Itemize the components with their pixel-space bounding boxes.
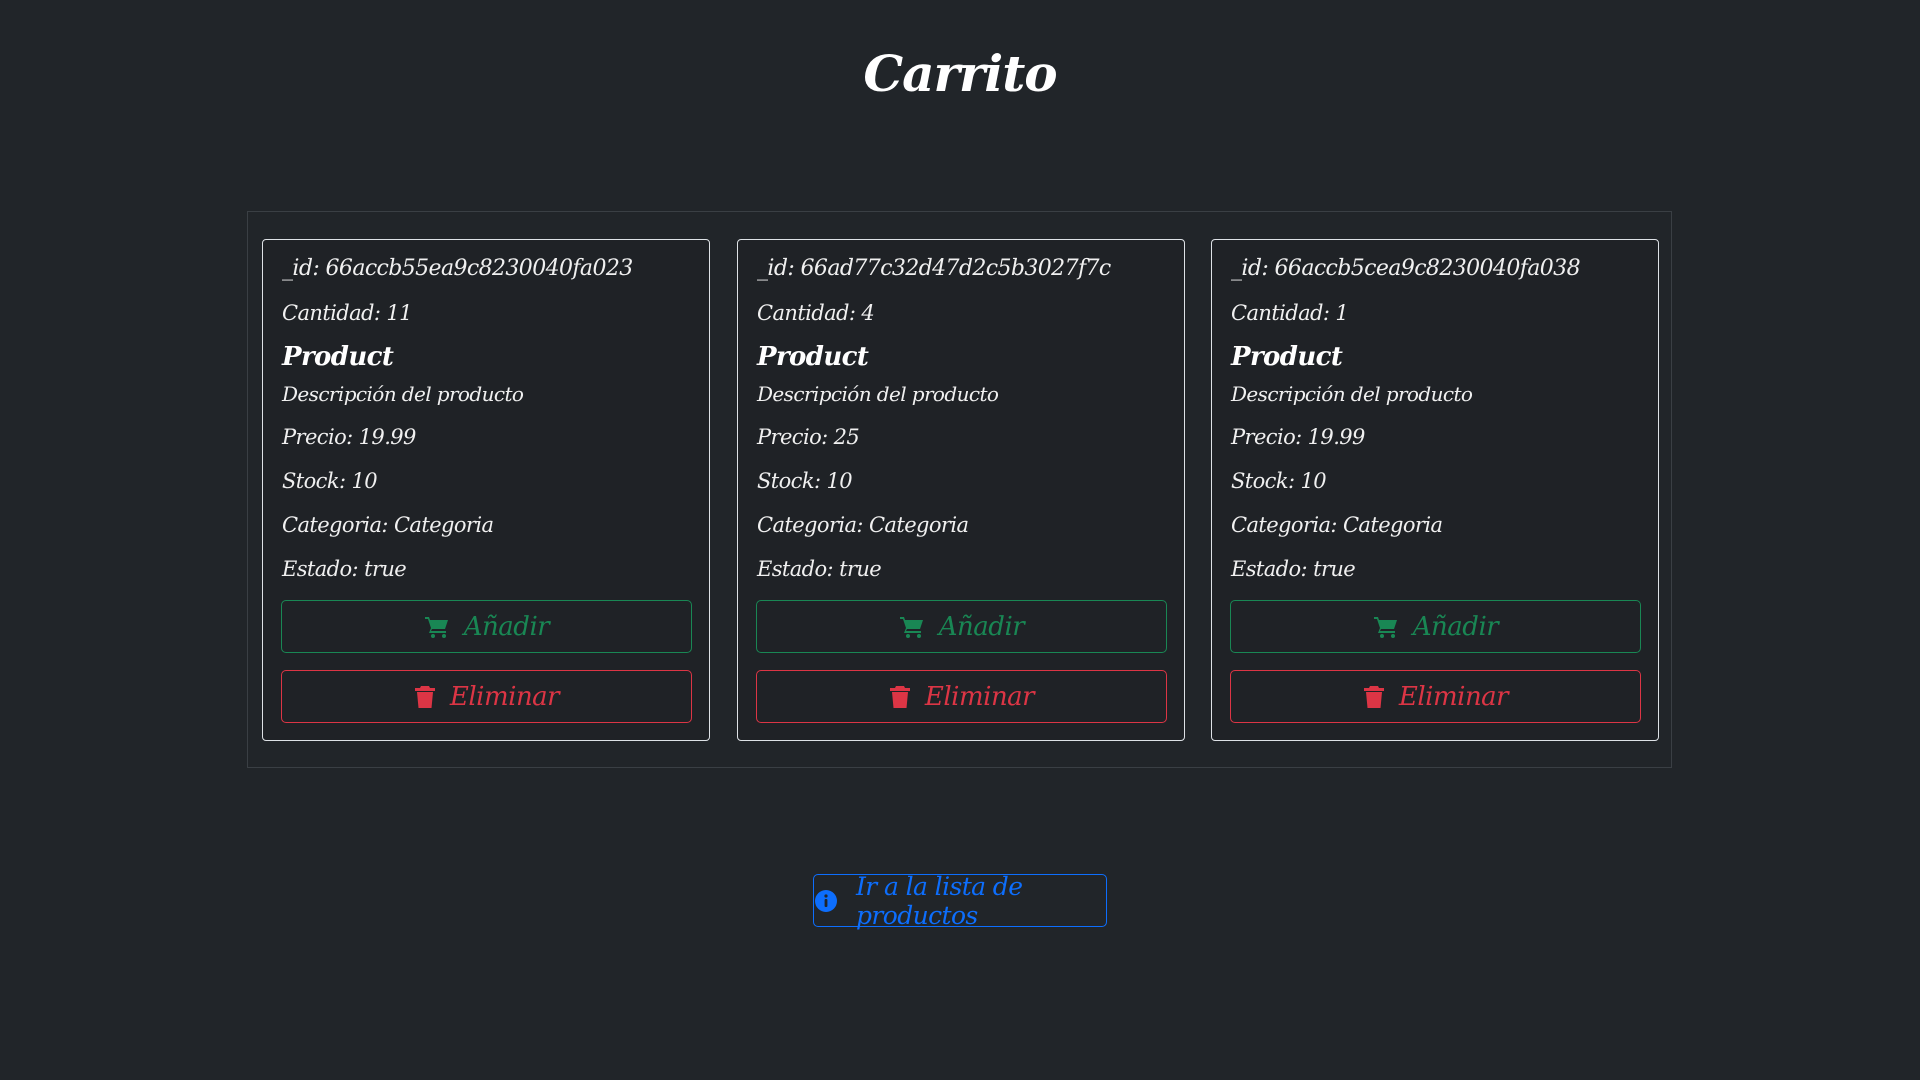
item-id: _id: 66ad77c32d47d2c5b3027f7c — [757, 256, 1111, 281]
go-to-products-label: Ir a la lista de productos — [856, 871, 1023, 930]
cart-icon — [899, 615, 925, 639]
cart-page: Carrito _id: 66accb55ea9c8230040fa023 Ca… — [0, 0, 1920, 1080]
add-button[interactable]: Añadir — [281, 600, 692, 653]
product-name: Product — [1231, 342, 1343, 372]
item-quantity: Cantidad: 11 — [282, 301, 413, 325]
add-button-label: Añadir — [463, 611, 550, 642]
item-quantity: Cantidad: 1 — [1231, 301, 1349, 325]
product-stock: Stock: 10 — [282, 469, 378, 493]
delete-button-label: Eliminar — [924, 681, 1035, 712]
product-description: Descripción del producto — [757, 382, 999, 406]
product-state: Estado: true — [282, 557, 407, 581]
item-id: _id: 66accb5cea9c8230040fa038 — [1231, 256, 1581, 281]
delete-button-label: Eliminar — [449, 681, 560, 712]
product-category: Categoria: Categoria — [757, 513, 969, 537]
cart-item-card: _id: 66ad77c32d47d2c5b3027f7c Cantidad: … — [737, 239, 1185, 741]
product-name: Product — [757, 342, 869, 372]
delete-button[interactable]: Eliminar — [281, 670, 692, 723]
product-stock: Stock: 10 — [1231, 469, 1327, 493]
info-circle-icon — [814, 889, 838, 913]
trash-icon — [414, 685, 436, 709]
cart-item-card: _id: 66accb5cea9c8230040fa038 Cantidad: … — [1211, 239, 1659, 741]
add-button[interactable]: Añadir — [756, 600, 1167, 653]
item-quantity: Cantidad: 4 — [757, 301, 875, 325]
product-category: Categoria: Categoria — [1231, 513, 1443, 537]
go-to-products-button[interactable]: Ir a la lista de productos — [813, 871, 1107, 930]
product-state: Estado: true — [1231, 557, 1356, 581]
product-category: Categoria: Categoria — [282, 513, 494, 537]
cart-icon — [424, 615, 450, 639]
product-price: Precio: 19.99 — [282, 425, 416, 449]
add-button-label: Añadir — [938, 611, 1025, 642]
item-id: _id: 66accb55ea9c8230040fa023 — [282, 256, 633, 281]
product-stock: Stock: 10 — [757, 469, 853, 493]
cart-icon — [1373, 615, 1399, 639]
product-price: Precio: 25 — [757, 425, 860, 449]
product-name: Product — [282, 342, 394, 372]
cart-items-container: _id: 66accb55ea9c8230040fa023 Cantidad: … — [247, 211, 1672, 768]
delete-button[interactable]: Eliminar — [1230, 670, 1641, 723]
delete-button-label: Eliminar — [1398, 681, 1509, 712]
product-price: Precio: 19.99 — [1231, 425, 1365, 449]
trash-icon — [889, 685, 911, 709]
product-description: Descripción del producto — [1231, 382, 1473, 406]
add-button-label: Añadir — [1412, 611, 1499, 642]
trash-icon — [1363, 685, 1385, 709]
page-title: Carrito — [863, 44, 1057, 103]
cart-item-card: _id: 66accb55ea9c8230040fa023 Cantidad: … — [262, 239, 710, 741]
product-state: Estado: true — [757, 557, 882, 581]
delete-button[interactable]: Eliminar — [756, 670, 1167, 723]
add-button[interactable]: Añadir — [1230, 600, 1641, 653]
product-description: Descripción del producto — [282, 382, 524, 406]
